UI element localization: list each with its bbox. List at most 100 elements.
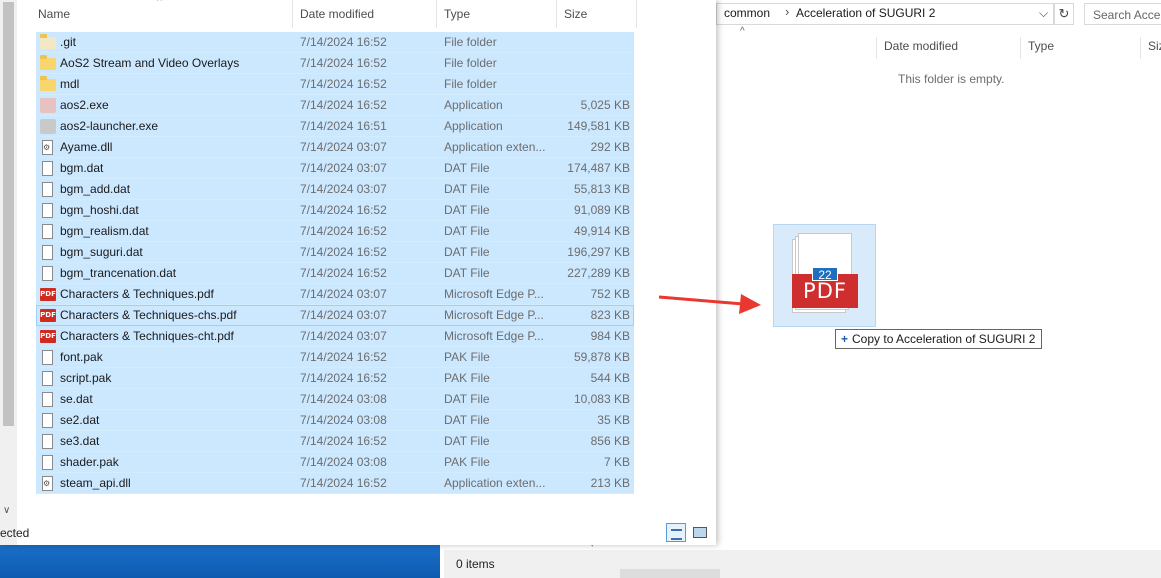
column-header-date[interactable]: Date modified <box>876 37 1020 59</box>
address-dropdown-icon[interactable]: ⌵ <box>1039 6 1048 21</box>
file-icon <box>42 371 53 386</box>
file-icon <box>42 266 53 281</box>
file-date: 7/14/2024 16:52 <box>300 371 387 385</box>
column-header-size[interactable]: Size <box>1140 37 1161 59</box>
file-row[interactable]: aos2-launcher.exe 7/14/2024 16:51 Applicat… <box>36 116 634 137</box>
file-date: 7/14/2024 16:52 <box>300 203 387 217</box>
selection-status: ected <box>0 526 30 540</box>
file-date: 7/14/2024 16:52 <box>300 35 387 49</box>
dll-icon <box>42 476 53 491</box>
file-date: 7/14/2024 03:07 <box>300 161 387 175</box>
file-type: Application exten... <box>444 140 546 154</box>
scrollbar-thumb[interactable] <box>3 2 14 426</box>
file-type: DAT File <box>444 161 490 175</box>
file-row[interactable]: bgm_hoshi.dat 7/14/2024 16:52 DAT File 91,0… <box>36 200 634 221</box>
pdf-icon: PDF <box>40 288 56 301</box>
file-size: 227,289 KB <box>567 266 630 280</box>
file-row[interactable]: bgm_add.dat 7/14/2024 03:07 DAT File 55,813… <box>36 179 634 200</box>
file-icon <box>42 413 53 428</box>
file-row[interactable]: se2.dat 7/14/2024 03:08 DAT File 35 KB <box>36 410 634 431</box>
search-input[interactable]: Search Acceleration of SUGURI 2 <box>1084 3 1161 25</box>
file-type: File folder <box>444 35 497 49</box>
pdf-icon: PDF <box>40 330 56 343</box>
file-size: 149,581 KB <box>567 119 630 133</box>
file-name: mdl <box>60 77 80 91</box>
file-row[interactable]: shader.pak 7/14/2024 03:08 PAK File 7 KB <box>36 452 634 473</box>
file-type: DAT File <box>444 203 490 217</box>
file-date: 7/14/2024 16:52 <box>300 434 387 448</box>
file-name: font.pak <box>60 350 103 364</box>
refresh-icon[interactable]: ↻ <box>1054 3 1074 25</box>
file-date: 7/14/2024 16:52 <box>300 98 387 112</box>
file-size: 49,914 KB <box>573 224 630 238</box>
column-header-date[interactable]: Date modified <box>293 0 437 28</box>
file-type: DAT File <box>444 392 490 406</box>
file-row[interactable]: PDF Characters & Techniques.pdf 7/14/2024 … <box>36 284 634 305</box>
column-header-name[interactable]: Name <box>31 0 293 28</box>
copy-tooltip-text: Copy to Acceleration of SUGURI 2 <box>852 332 1036 346</box>
file-row[interactable]: font.pak 7/14/2024 16:52 PAK File 59,878 KB <box>36 347 634 368</box>
file-row[interactable]: AoS2 Stream and Video Overlays 7/14/2024 … <box>36 53 634 74</box>
file-type: File folder <box>444 56 497 70</box>
file-type: PAK File <box>444 455 490 469</box>
column-header-type[interactable]: Type <box>1020 37 1140 59</box>
file-row[interactable]: bgm_trancenation.dat 7/14/2024 16:52 DAT F… <box>36 263 634 284</box>
file-type: Microsoft Edge P... <box>444 287 544 301</box>
file-row[interactable]: se.dat 7/14/2024 03:08 DAT File 10,083 KB <box>36 389 634 410</box>
copy-tooltip: + Copy to Acceleration of SUGURI 2 <box>835 329 1043 349</box>
file-name: bgm.dat <box>60 161 104 175</box>
file-row[interactable]: Ayame.dll 7/14/2024 03:07 Application exte… <box>36 137 634 158</box>
file-name: Ayame.dll <box>60 140 113 154</box>
drag-count-badge: 22 <box>812 267 838 282</box>
file-icon <box>42 224 53 239</box>
file-row[interactable]: aos2.exe 7/14/2024 16:52 Application 5,025 … <box>36 95 634 116</box>
file-date: 7/14/2024 16:52 <box>300 224 387 238</box>
sort-up-icon: ^ <box>740 26 745 37</box>
file-icon <box>42 350 53 365</box>
source-explorer-window: ∨ ected ^ Name Date modified Type Size .… <box>0 0 716 545</box>
file-row[interactable]: script.pak 7/14/2024 16:52 PAK File 544 KB <box>36 368 634 389</box>
file-type: Application exten... <box>444 476 546 490</box>
dll-icon <box>42 140 53 155</box>
file-row[interactable]: PDF Characters & Techniques-chs.pdf 7/14/2… <box>36 305 634 326</box>
file-name: se.dat <box>60 392 93 406</box>
file-size: 10,083 KB <box>573 392 630 406</box>
file-date: 7/14/2024 03:07 <box>300 140 387 154</box>
file-type: DAT File <box>444 266 490 280</box>
column-header-type[interactable]: Type <box>437 0 557 28</box>
large-icons-view-icon[interactable] <box>690 523 710 542</box>
drag-preview: PDF 22 <box>773 224 876 327</box>
file-row[interactable]: mdl 7/14/2024 16:52 File folder <box>36 74 634 95</box>
file-icon <box>42 455 53 470</box>
file-date: 7/14/2024 16:52 <box>300 56 387 70</box>
file-row[interactable]: steam_api.dll 7/14/2024 16:52 Application … <box>36 473 634 494</box>
file-date: 7/14/2024 03:08 <box>300 392 387 406</box>
file-name: Characters & Techniques-chs.pdf <box>60 308 237 322</box>
file-name: AoS2 Stream and Video Overlays <box>60 56 240 70</box>
breadcrumb-separator-icon: › <box>785 4 790 19</box>
file-row[interactable]: bgm_realism.dat 7/14/2024 16:52 DAT File 49… <box>36 221 634 242</box>
launcher-icon <box>40 119 56 134</box>
file-date: 7/14/2024 16:52 <box>300 245 387 259</box>
file-date: 7/14/2024 03:07 <box>300 329 387 343</box>
scroll-down-icon[interactable]: ∨ <box>3 505 10 516</box>
file-list: .git 7/14/2024 16:52 File folder AoS2 Strea… <box>36 32 634 494</box>
file-row[interactable]: PDF Characters & Techniques-cht.pdf 7/14/2… <box>36 326 634 347</box>
file-row[interactable]: bgm_suguri.dat 7/14/2024 16:52 DAT File 196… <box>36 242 634 263</box>
file-row[interactable]: .git 7/14/2024 16:52 File folder <box>36 32 634 53</box>
file-row[interactable]: se3.dat 7/14/2024 16:52 DAT File 856 KB <box>36 431 634 452</box>
file-row[interactable]: bgm.dat 7/14/2024 03:07 DAT File 174,487 KB <box>36 158 634 179</box>
pdf-icon: PDF <box>40 309 56 322</box>
file-type: DAT File <box>444 434 490 448</box>
plus-icon: + <box>841 332 849 346</box>
breadcrumb-current-folder[interactable]: Acceleration of SUGURI 2 <box>796 6 935 20</box>
breadcrumb-common[interactable]: common <box>724 6 770 20</box>
file-type: Microsoft Edge P... <box>444 308 544 322</box>
file-date: 7/14/2024 03:08 <box>300 455 387 469</box>
vertical-scrollbar[interactable]: ∨ <box>0 0 17 545</box>
file-size: 5,025 KB <box>580 98 630 112</box>
details-view-icon[interactable] <box>666 523 686 542</box>
file-type: PAK File <box>444 350 490 364</box>
folder-icon <box>40 55 56 70</box>
column-header-size[interactable]: Size <box>557 0 637 28</box>
